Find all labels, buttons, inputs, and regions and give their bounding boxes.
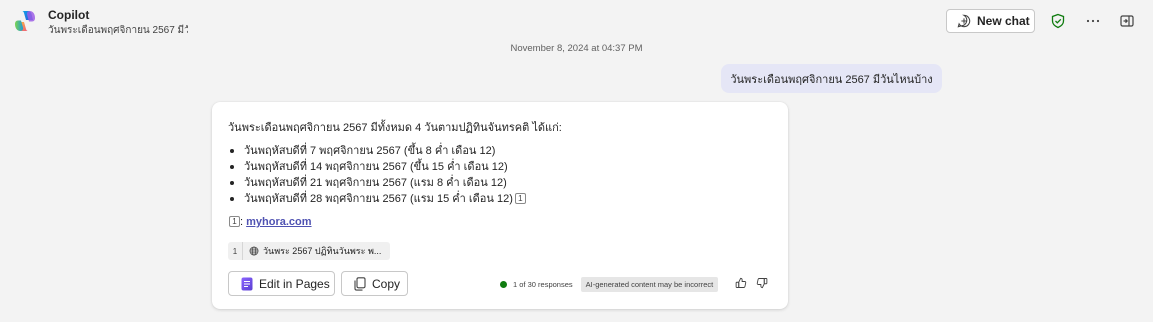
source-link[interactable]: myhora.com — [246, 216, 311, 228]
open-side-panel-icon[interactable] — [1117, 11, 1137, 31]
source-prefix: : — [240, 216, 244, 228]
plus-chat-icon — [957, 14, 971, 28]
copy-label: Copy — [372, 276, 401, 291]
edit-in-pages-button[interactable]: Edit in Pages — [228, 271, 335, 296]
user-message-text: วันพระเดือนพฤศจิกายน 2567 มีวันไหนบ้าง — [730, 73, 933, 86]
top-bar: Copilot วันพระเดือนพฤศจิกายน 2567 มีวั..… — [0, 0, 1153, 42]
new-chat-label: New chat — [977, 14, 1030, 28]
thumbs-up-icon[interactable] — [734, 276, 748, 290]
more-options-icon[interactable] — [1083, 11, 1103, 31]
ai-disclaimer: AI-generated content may be incorrect — [580, 277, 719, 292]
user-message-bubble: วันพระเดือนพฤศจิกายน 2567 มีวันไหนบ้าง — [721, 64, 942, 93]
list-item: วันพฤหัสบดีที่ 14 พฤศจิกายน 2567 (ขึ้น 1… — [230, 159, 526, 175]
citation-marker[interactable]: 1 — [514, 193, 526, 204]
list-item: วันพฤหัสบดีที่ 21 พฤศจิกายน 2567 (แรม 8 … — [230, 175, 526, 191]
reference-number: 1 — [228, 242, 243, 260]
copilot-logo — [13, 9, 37, 33]
message-timestamp: November 8, 2024 at 04:37 PM — [510, 43, 643, 54]
source-citation-marker: 1 — [229, 216, 240, 227]
list-item: วันพฤหัสบดีที่ 28 พฤศจิกายน 2567 (แรม 15… — [230, 191, 526, 207]
pages-icon — [241, 277, 253, 291]
response-meta: 1 of 30 responses AI-generated content m… — [500, 277, 719, 292]
source-line: 1: myhora.com — [229, 216, 312, 228]
app-title: Copilot — [48, 8, 90, 22]
status-dot — [500, 281, 507, 288]
response-count: 1 of 30 responses — [513, 280, 573, 289]
copy-icon — [354, 276, 366, 291]
new-chat-button[interactable]: New chat — [946, 9, 1035, 33]
reference-chip[interactable]: 1 วันพระ 2567 ปฏิทินวันพระ พ... — [228, 242, 390, 260]
shield-check-icon[interactable] — [1048, 11, 1068, 31]
reference-title: วันพระ 2567 ปฏิทินวันพระ พ... — [263, 246, 382, 256]
copy-button[interactable]: Copy — [341, 271, 408, 296]
globe-icon — [249, 246, 259, 256]
copilot-response-card: วันพระเดือนพฤศจิกายน 2567 มีทั้งหมด 4 วั… — [212, 102, 788, 309]
thumbs-down-icon[interactable] — [755, 276, 769, 290]
edit-in-pages-label: Edit in Pages — [259, 276, 330, 291]
chat-title: วันพระเดือนพฤศจิกายน 2567 มีวั... — [48, 25, 188, 36]
response-list: วันพฤหัสบดีที่ 7 พฤศจิกายน 2567 (ขึ้น 8 … — [230, 143, 526, 207]
list-item: วันพฤหัสบดีที่ 7 พฤศจิกายน 2567 (ขึ้น 8 … — [230, 143, 526, 159]
response-intro: วันพระเดือนพฤศจิกายน 2567 มีทั้งหมด 4 วั… — [228, 122, 562, 134]
